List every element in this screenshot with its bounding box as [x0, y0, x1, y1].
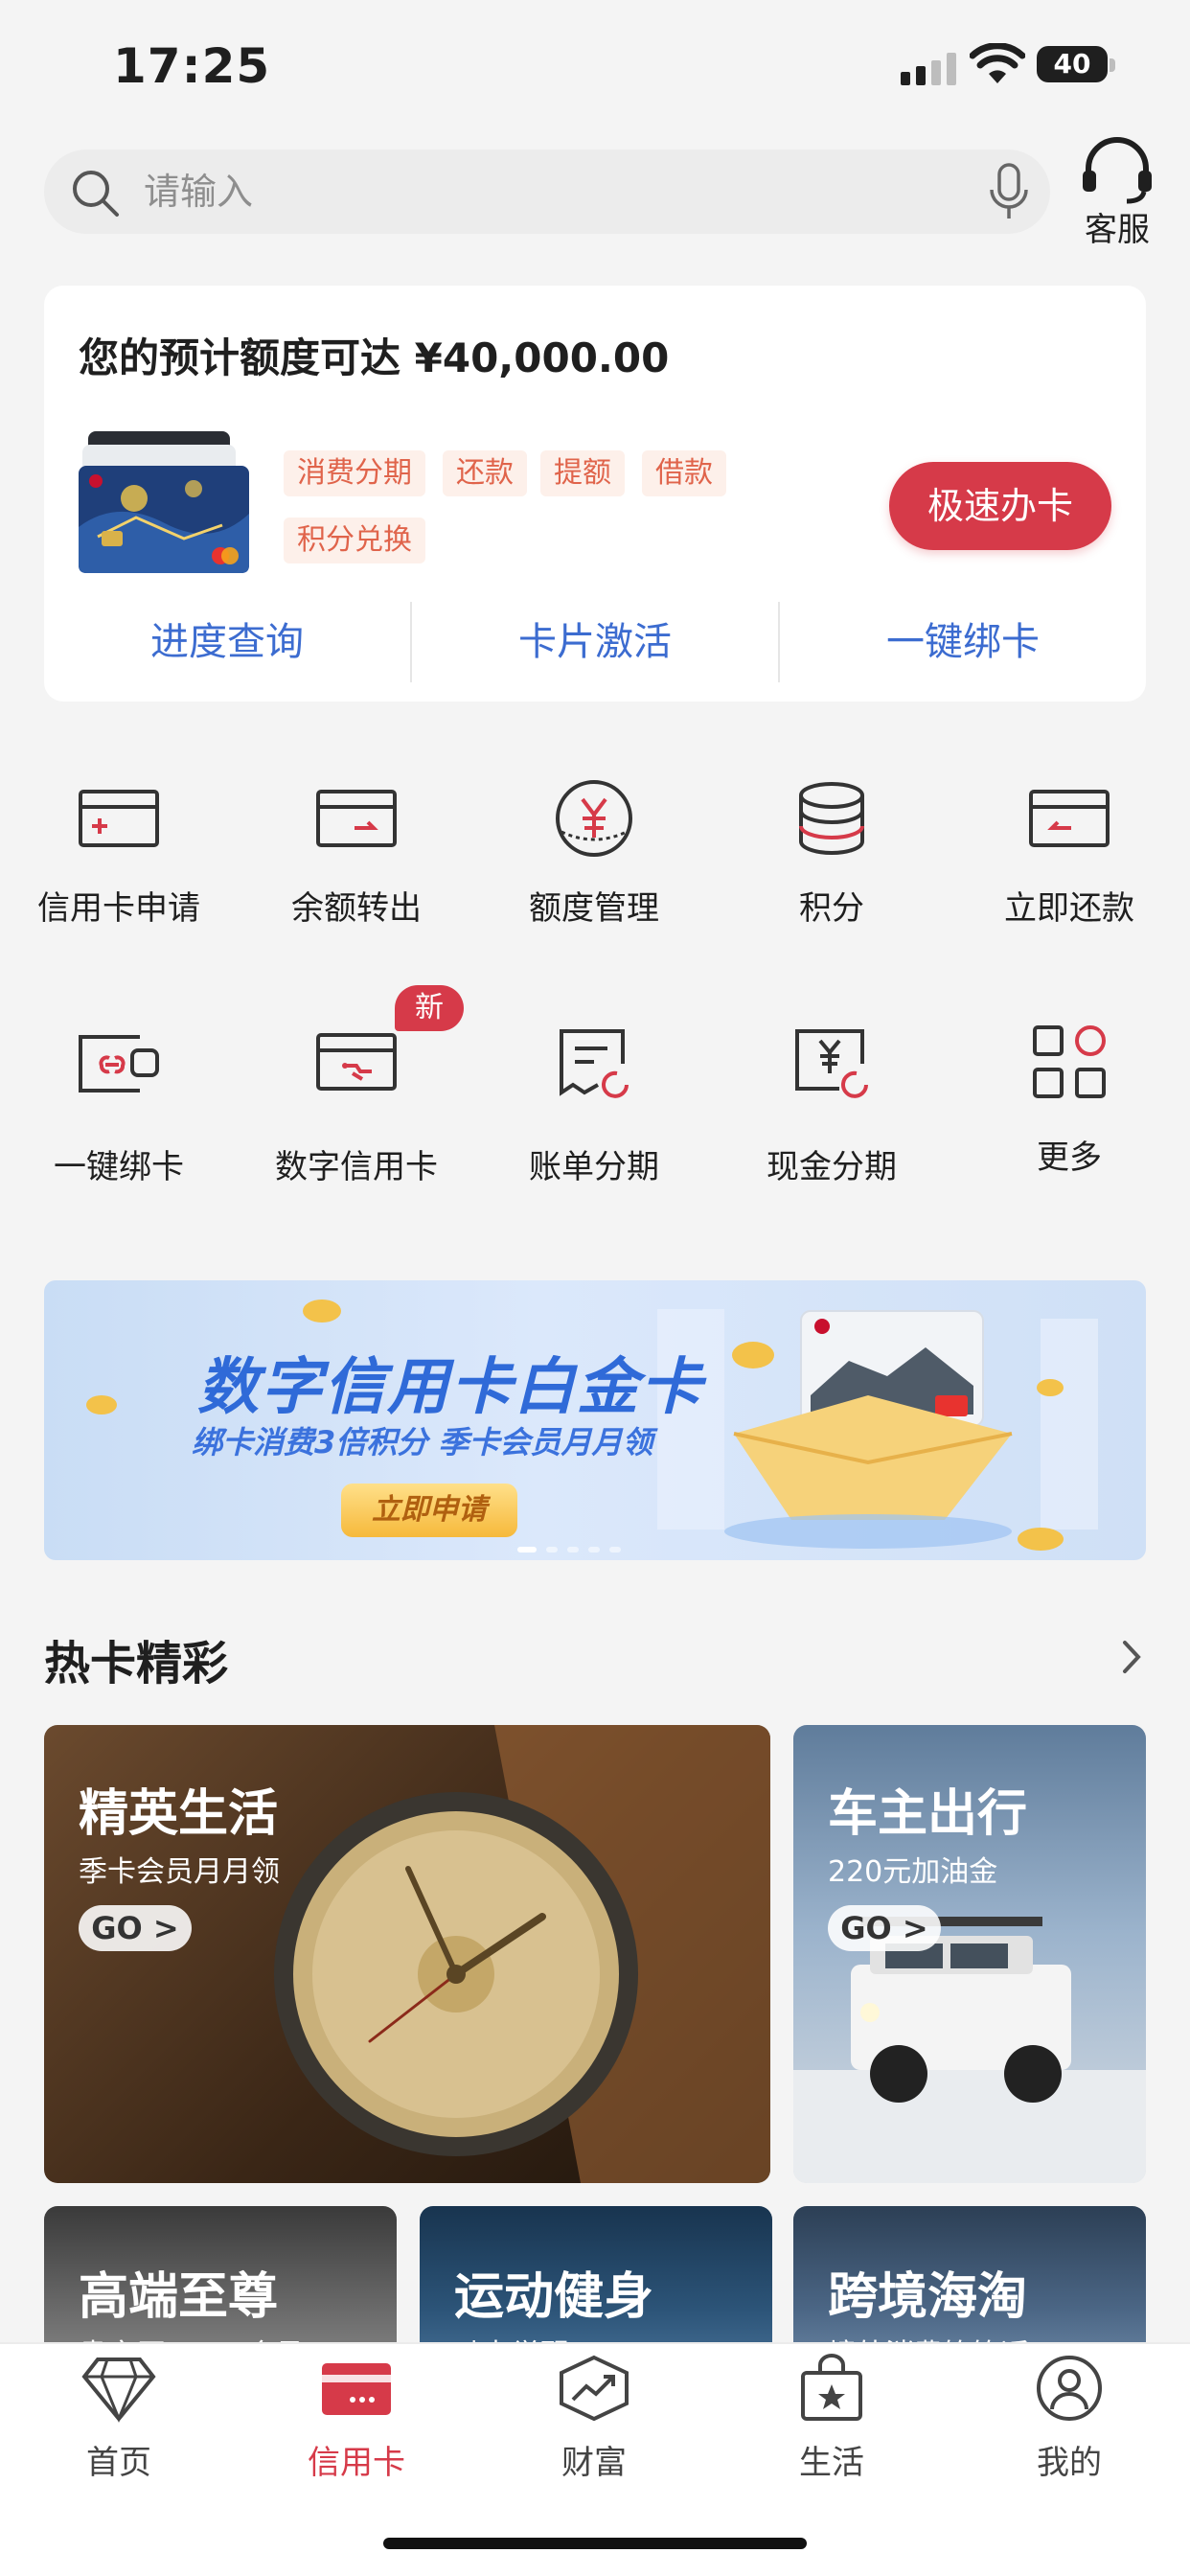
- bill-installment-icon: [560, 1029, 629, 1098]
- promo-title: 高端至尊: [79, 2268, 279, 2326]
- card-apply-icon: [79, 790, 159, 847]
- digital-card-icon: [316, 1033, 397, 1091]
- pagination-dot: [567, 1547, 579, 1552]
- customer-service-label[interactable]: 客服: [1064, 203, 1171, 250]
- diamond-icon: [81, 2358, 156, 2423]
- feature-card-apply[interactable]: 信用卡申请: [0, 763, 238, 945]
- pagination-dot: [609, 1547, 621, 1552]
- home-indicator: [383, 2538, 807, 2549]
- banner-pagination: [517, 1538, 630, 1556]
- feature-label: 数字信用卡: [275, 1148, 438, 1186]
- cash-installment-icon: [795, 1029, 868, 1098]
- promo-title: 跨境海淘: [828, 2268, 1028, 2326]
- feature-label: 余额转出: [291, 889, 422, 928]
- shopping-bag-icon: [801, 2354, 862, 2421]
- feature-label: 立即还款: [1004, 889, 1134, 928]
- feature-label: 额度管理: [529, 889, 659, 928]
- feature-label: 积分: [799, 889, 864, 928]
- promo-card-car-owner[interactable]: 车主出行 220元加油金 GO >: [793, 1725, 1146, 2183]
- feature-points[interactable]: 积分: [713, 763, 950, 945]
- banner-apply-button[interactable]: 立即申请: [341, 1484, 517, 1537]
- feature-cash-installment[interactable]: 现金分期: [713, 1006, 950, 1188]
- tag-borrow[interactable]: 借款: [642, 450, 726, 496]
- tab-home[interactable]: 首页: [0, 2354, 238, 2488]
- battery-tip: [1110, 58, 1115, 72]
- cellular-signal-icon: [901, 53, 956, 85]
- search-input[interactable]: [144, 165, 929, 218]
- card-activate-link[interactable]: 卡片激活: [412, 613, 778, 671]
- feature-balance-transfer[interactable]: 余额转出: [238, 763, 475, 945]
- feature-digital-card[interactable]: 数字信用卡: [238, 1006, 475, 1188]
- tag-consume-installment[interactable]: 消费分期: [284, 450, 425, 496]
- wifi-icon: [970, 43, 1025, 83]
- tab-label: 首页: [86, 2444, 151, 2482]
- hot-cards-title: 热卡精彩: [44, 1637, 229, 1690]
- promo-subtitle: 季卡会员月月领: [79, 1855, 280, 1889]
- tab-label: 信用卡: [308, 2444, 405, 2482]
- tab-mine[interactable]: 我的: [950, 2354, 1188, 2488]
- tab-wealth[interactable]: 财富: [475, 2354, 713, 2488]
- user-profile-icon: [1037, 2356, 1102, 2421]
- tab-label: 我的: [1037, 2444, 1102, 2482]
- status-time: 17:25: [113, 38, 271, 94]
- bind-card-icon: [79, 1035, 159, 1092]
- limit-management-icon: [556, 780, 632, 857]
- tag-points-redeem[interactable]: 积分兑换: [284, 518, 425, 564]
- feature-label: 信用卡申请: [37, 889, 200, 928]
- feature-limit-management[interactable]: 额度管理: [475, 763, 713, 945]
- feature-label: 一键绑卡: [54, 1148, 184, 1186]
- pagination-dot: [546, 1547, 558, 1552]
- estimated-limit-text: 您的预计额度可达 ¥40,000.00: [79, 334, 670, 381]
- feature-label: 更多: [1037, 1138, 1102, 1177]
- points-icon: [799, 782, 864, 855]
- tab-life[interactable]: 生活: [713, 2354, 950, 2488]
- banner-title: 数字信用卡白金卡: [197, 1352, 703, 1423]
- credit-card-image: [79, 431, 249, 573]
- progress-query-link[interactable]: 进度查询: [44, 613, 410, 671]
- bind-card-link[interactable]: 一键绑卡: [780, 613, 1146, 671]
- battery-level: 40: [1053, 48, 1091, 80]
- tab-label: 生活: [799, 2444, 864, 2482]
- new-badge: 新: [395, 985, 464, 1031]
- microphone-icon[interactable]: [987, 163, 1031, 222]
- feature-more[interactable]: 更多: [950, 1006, 1188, 1188]
- chevron-right-icon[interactable]: [1111, 1635, 1150, 1679]
- tag-raise-limit[interactable]: 提额: [540, 450, 625, 496]
- pagination-dot: [517, 1547, 537, 1552]
- promo-title: 车主出行: [828, 1785, 1028, 1843]
- credit-card-icon: [322, 2363, 391, 2415]
- promo-title: 运动健身: [454, 2268, 654, 2326]
- feature-bill-installment[interactable]: 账单分期: [475, 1006, 713, 1188]
- promo-subtitle: 220元加油金: [828, 1855, 998, 1889]
- go-button[interactable]: GO >: [79, 1905, 192, 1951]
- tab-credit-card[interactable]: 信用卡: [238, 2354, 475, 2488]
- promo-card-elite-life[interactable]: 精英生活 季卡会员月月领 GO >: [44, 1725, 770, 2183]
- feature-repay-now[interactable]: 立即还款: [950, 763, 1188, 945]
- repay-now-icon: [1029, 790, 1110, 847]
- tag-repayment[interactable]: 还款: [443, 450, 527, 496]
- go-button[interactable]: GO >: [828, 1905, 941, 1951]
- feature-label: 现金分期: [767, 1148, 897, 1186]
- promo-title: 精英生活: [79, 1785, 279, 1843]
- tab-label: 财富: [561, 2444, 627, 2482]
- feature-label: 账单分期: [529, 1148, 659, 1186]
- banner-subtitle: 绑卡消费3倍积分 季卡会员月月领: [192, 1424, 653, 1460]
- wealth-chart-icon: [560, 2355, 629, 2422]
- quick-apply-button[interactable]: 极速办卡: [889, 462, 1111, 550]
- balance-transfer-icon: [316, 790, 397, 847]
- pagination-dot: [588, 1547, 600, 1552]
- more-grid-icon: [1033, 1025, 1106, 1098]
- feature-bind-card[interactable]: 一键绑卡: [0, 1006, 238, 1188]
- search-icon: [73, 171, 119, 217]
- headset-icon[interactable]: [1079, 134, 1156, 205]
